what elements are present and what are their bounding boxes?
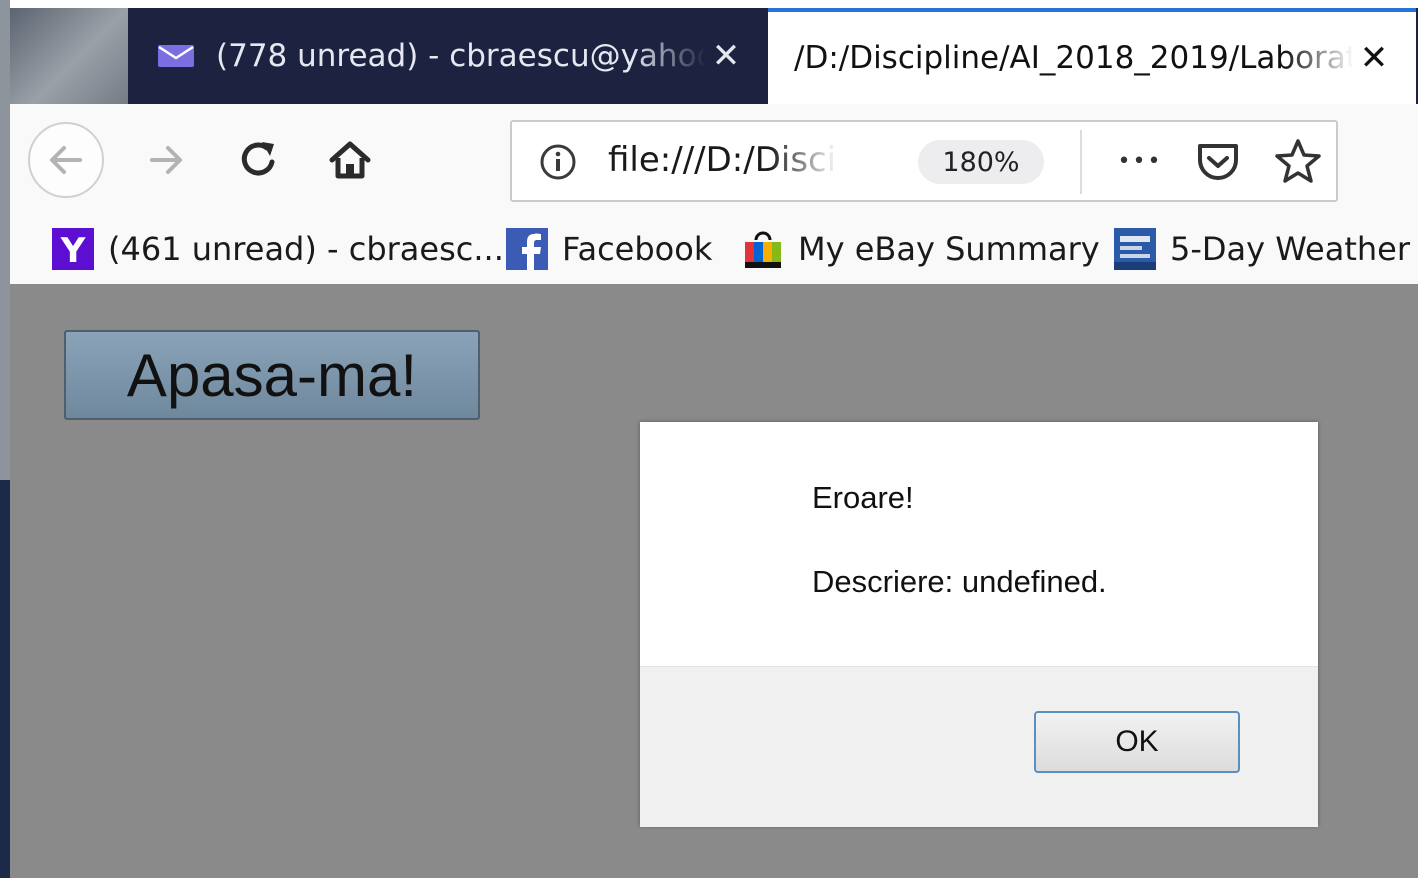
mail-icon bbox=[158, 45, 194, 67]
weather-icon bbox=[1114, 228, 1156, 270]
bookmark-label: Facebook bbox=[562, 230, 713, 268]
alert-message-description: Descriere: undefined. bbox=[812, 564, 1107, 599]
forward-arrow-icon bbox=[150, 146, 182, 174]
alert-dialog-footer: OK bbox=[640, 666, 1318, 827]
yahoo-icon: Y bbox=[52, 228, 94, 270]
tab-yahoo-mail[interactable]: (778 unread) - cbraescu@yahoo.com - Yaho… bbox=[128, 8, 768, 104]
alert-dialog: Eroare! Descriere: undefined. OK bbox=[640, 422, 1318, 827]
more-label: ••• bbox=[1117, 148, 1163, 174]
reload-button[interactable] bbox=[220, 122, 296, 198]
window-corner bbox=[10, 8, 128, 104]
back-arrow-icon bbox=[50, 146, 82, 174]
page-content: Apasa-ma! Eroare! Descriere: undefined. … bbox=[10, 284, 1418, 878]
bookmark-weather[interactable]: 5-Day Weather F bbox=[1114, 224, 1418, 274]
tab-laborator[interactable]: /D:/Discipline/AI_2018_2019/Laborator ✕ bbox=[768, 8, 1416, 104]
bookmark-facebook[interactable]: Facebook bbox=[506, 224, 712, 274]
ebay-bag-icon bbox=[745, 231, 781, 268]
ok-button[interactable]: OK bbox=[1034, 711, 1240, 773]
info-icon[interactable] bbox=[538, 142, 578, 182]
bookmark-star-icon[interactable] bbox=[1272, 136, 1324, 188]
address-bar[interactable]: file:///D:/Discipline 180% ••• bbox=[510, 120, 1338, 202]
bookmark-label: My eBay Summary bbox=[798, 230, 1100, 268]
svg-text:Y: Y bbox=[60, 231, 86, 270]
tab-title: /D:/Discipline/AI_2018_2019/Laborator bbox=[794, 40, 1354, 76]
navigation-bar: file:///D:/Discipline 180% ••• bbox=[10, 104, 1418, 216]
bookmark-label: 5-Day Weather F bbox=[1170, 230, 1418, 268]
zoom-indicator[interactable]: 180% bbox=[918, 140, 1044, 184]
tab-bar: (778 unread) - cbraescu@yahoo.com - Yaho… bbox=[10, 8, 1418, 104]
reload-icon bbox=[241, 142, 275, 176]
bookmark-yahoo[interactable]: Y (461 unread) - cbraesc... bbox=[52, 224, 504, 274]
apasa-ma-button[interactable]: Apasa-ma! bbox=[64, 330, 480, 420]
bookmark-ebay[interactable]: My eBay Summary bbox=[742, 224, 1100, 274]
alert-message-title: Eroare! bbox=[812, 480, 914, 515]
bookmark-label: (461 unread) - cbraesc... bbox=[108, 230, 504, 268]
page-actions-menu-icon[interactable]: ••• bbox=[1112, 136, 1168, 186]
url-text[interactable]: file:///D:/Discipline bbox=[608, 140, 838, 180]
back-button[interactable] bbox=[28, 122, 104, 198]
desktop-top-edge bbox=[0, 0, 1418, 8]
desktop-left-edge bbox=[0, 0, 10, 878]
facebook-icon bbox=[506, 228, 548, 270]
tab-title: (778 unread) - cbraescu@yahoo.com - Yaho… bbox=[216, 38, 706, 74]
forward-button[interactable] bbox=[128, 122, 204, 198]
alert-dialog-body: Eroare! Descriere: undefined. bbox=[640, 422, 1318, 666]
address-bar-divider bbox=[1080, 130, 1082, 194]
home-icon bbox=[329, 141, 371, 179]
home-button[interactable] bbox=[312, 122, 388, 198]
bookmarks-toolbar: Y (461 unread) - cbraesc... Facebook My … bbox=[10, 216, 1418, 285]
close-tab-icon[interactable]: ✕ bbox=[1354, 38, 1394, 78]
pocket-icon[interactable] bbox=[1192, 136, 1244, 188]
close-tab-icon[interactable]: ✕ bbox=[706, 36, 746, 76]
